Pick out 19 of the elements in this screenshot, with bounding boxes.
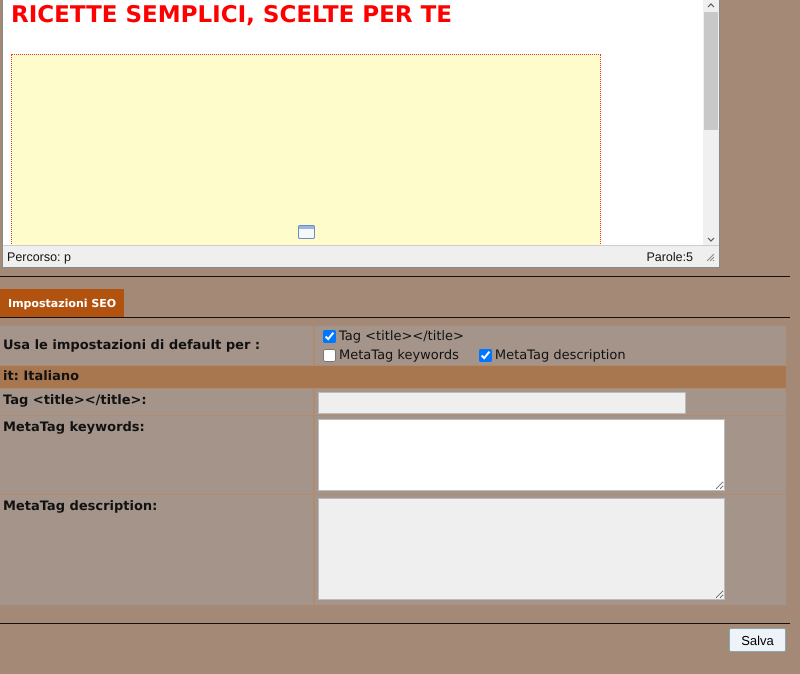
- word-count: Parole:5: [646, 250, 693, 264]
- seo-tab[interactable]: Impostazioni SEO: [0, 289, 124, 317]
- field-label: MetaTag keywords:: [3, 420, 145, 435]
- language-header: it: Italiano: [0, 366, 786, 388]
- defaults-label: Usa le impostazioni di default per :: [3, 338, 260, 353]
- path-label: Percorso: p: [7, 250, 72, 264]
- checkbox[interactable]: [323, 330, 336, 343]
- scrollbar[interactable]: [703, 0, 719, 245]
- window-icon: [298, 225, 314, 239]
- checkbox-label: Tag <title></title>: [339, 329, 464, 344]
- checkbox[interactable]: [478, 349, 492, 362]
- field-label: Tag <title></title>:: [3, 393, 147, 408]
- page-heading: RICETTE SEMPLICI, SCELTE PER TE: [11, 1, 453, 28]
- field-label: MetaTag description:: [3, 499, 158, 514]
- checkbox[interactable]: [323, 349, 336, 362]
- checkbox-label: MetaTag keywords: [339, 348, 459, 363]
- save-button[interactable]: Salva: [729, 628, 786, 652]
- checkbox-label: MetaTag description: [494, 348, 626, 363]
- resize-grip-icon[interactable]: [705, 252, 715, 262]
